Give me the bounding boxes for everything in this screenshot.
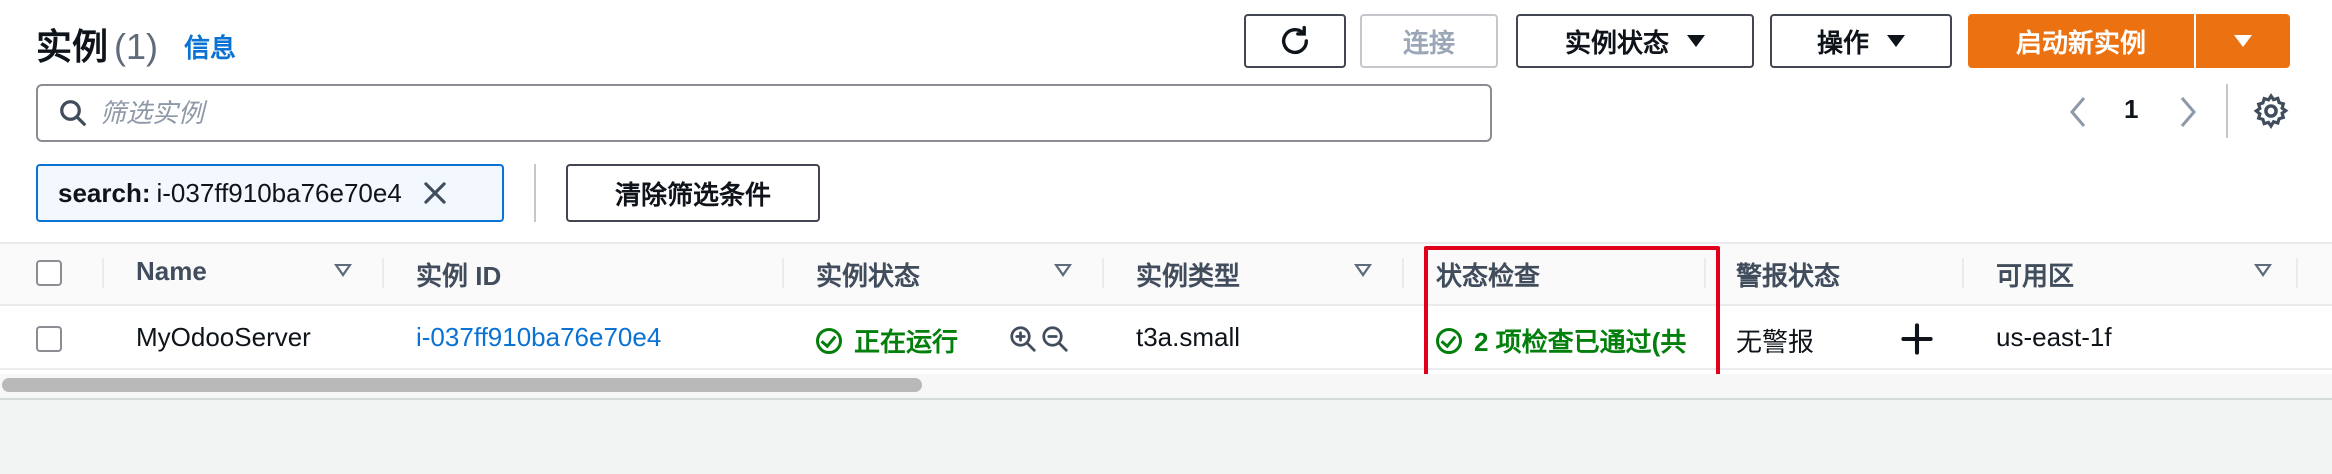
column-header-instance-state[interactable]: 实例状态 [816, 256, 920, 293]
column-header-alarm-status[interactable]: 警报状态 [1736, 256, 1840, 293]
column-separator [1402, 258, 1404, 288]
column-separator [782, 258, 784, 288]
connect-button[interactable]: 连接 [1360, 14, 1498, 68]
zoom-out-icon[interactable] [1040, 324, 1070, 354]
scrollbar-thumb[interactable] [2, 378, 922, 392]
filter-token-value: i-037ff910ba76e70e4 [156, 177, 402, 208]
actions-dropdown[interactable]: 操作 [1770, 14, 1952, 68]
instance-name: MyOdooServer [136, 322, 311, 352]
launch-instance-button[interactable]: 启动新实例 [1968, 14, 2194, 68]
sort-icon[interactable] [2254, 264, 2272, 277]
caret-down-icon [2234, 35, 2252, 47]
caret-down-icon [1887, 35, 1905, 47]
availability-zone: us-east-1f [1996, 322, 2112, 352]
launch-options-dropdown[interactable] [2196, 14, 2290, 68]
instance-state-cell: 正在运行 [816, 322, 958, 359]
filter-search [36, 84, 1492, 142]
status-ok-icon [816, 327, 842, 354]
current-page[interactable]: 1 [2124, 94, 2138, 125]
row-checkbox[interactable] [36, 326, 62, 352]
zoom-in-icon[interactable] [1008, 324, 1038, 354]
column-header-instance-type[interactable]: 实例类型 [1136, 256, 1240, 293]
close-icon[interactable] [422, 180, 448, 206]
filter-divider [534, 164, 536, 222]
row-divider [0, 368, 2332, 370]
select-all-checkbox[interactable] [36, 260, 62, 286]
alarm-status: 无警报 [1736, 327, 1815, 357]
instance-state-dropdown[interactable]: 实例状态 [1516, 14, 1754, 68]
instance-count: (1) [114, 26, 159, 67]
status-check-highlight [1424, 246, 1720, 378]
gear-icon[interactable] [2252, 92, 2290, 130]
sort-icon[interactable] [334, 264, 352, 277]
instance-type: t3a.small [1136, 322, 1241, 352]
chevron-right-icon[interactable] [2176, 94, 2200, 130]
filter-token: search: i-037ff910ba76e70e4 [36, 164, 504, 222]
column-separator [102, 258, 104, 288]
column-separator [2296, 258, 2298, 288]
footer-area [0, 398, 2332, 474]
page-title: 实例 (1) [36, 18, 158, 70]
sort-icon[interactable] [1054, 264, 1072, 277]
sort-icon[interactable] [1354, 264, 1372, 277]
search-input[interactable] [88, 86, 1490, 140]
column-header-name[interactable]: Name [136, 256, 207, 287]
refresh-button[interactable] [1244, 14, 1346, 68]
column-header-availability-zone[interactable]: 可用区 [1996, 256, 2074, 293]
actions-label: 操作 [1816, 27, 1869, 58]
instance-state-label: 实例状态 [1564, 27, 1669, 58]
page-title-text: 实例 [36, 26, 109, 67]
column-header-instance-id[interactable]: 实例 ID [416, 256, 501, 293]
add-alarm-icon[interactable] [1900, 322, 1934, 356]
info-link[interactable]: 信息 [184, 28, 236, 65]
filter-token-key: search: [58, 177, 151, 208]
search-icon [60, 100, 86, 126]
clear-filters-button[interactable]: 清除筛选条件 [566, 164, 820, 222]
caret-down-icon [1687, 35, 1705, 47]
chevron-left-icon[interactable] [2066, 94, 2090, 130]
column-separator [1102, 258, 1104, 288]
column-separator [382, 258, 384, 288]
instance-state-text: 正在运行 [854, 327, 959, 357]
column-separator [1962, 258, 1964, 288]
pager-divider [2226, 84, 2228, 138]
instance-id-link[interactable]: i-037ff910ba76e70e4 [416, 322, 661, 353]
refresh-icon [1281, 25, 1309, 54]
